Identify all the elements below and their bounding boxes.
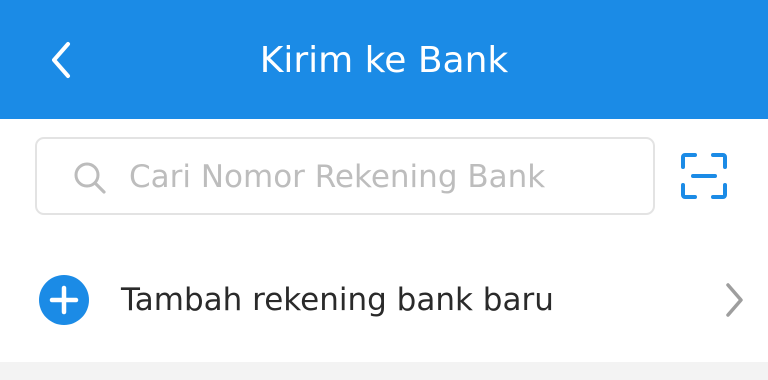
scan-icon <box>681 153 727 199</box>
search-input[interactable] <box>129 149 629 205</box>
chevron-right-icon <box>726 283 743 317</box>
add-bank-account-row[interactable]: Tambah rekening bank baru <box>0 240 768 360</box>
back-button[interactable] <box>36 33 86 87</box>
header-bar: Kirim ke Bank <box>0 0 768 119</box>
page-title: Kirim ke Bank <box>259 40 509 81</box>
chevron-left-icon <box>52 42 70 78</box>
plus-circle-icon <box>39 275 89 325</box>
section-divider <box>0 362 768 380</box>
add-bank-account-label: Tambah rekening bank baru <box>121 282 554 318</box>
search-box[interactable] <box>35 137 655 215</box>
search-icon <box>74 162 106 194</box>
scan-button[interactable] <box>680 152 728 200</box>
